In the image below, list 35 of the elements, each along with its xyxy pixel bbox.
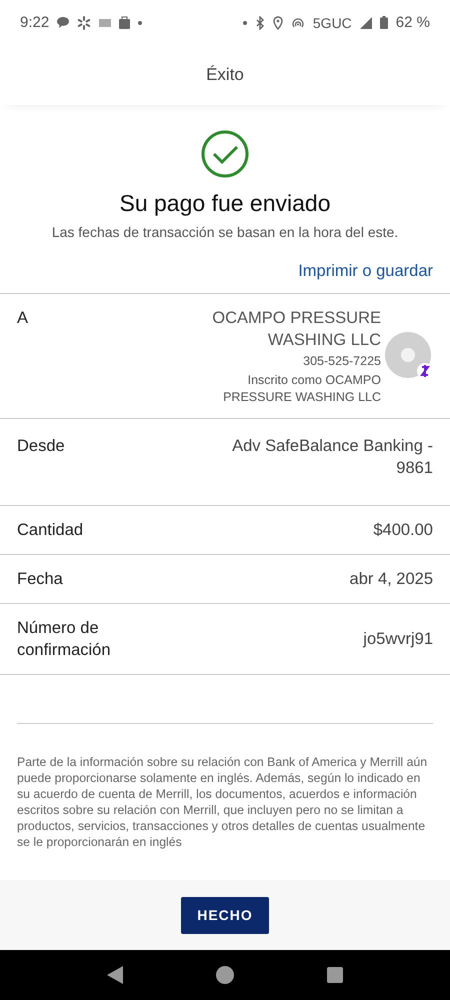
detail-value: $400.00 <box>373 520 433 541</box>
detail-value: abr 4, 2025 <box>350 569 433 590</box>
detail-value: jo5wvrj91 <box>363 629 433 650</box>
bag-icon <box>119 16 130 29</box>
confirmation-subtitle: Las fechas de transacción se basan en la hora del este. <box>52 224 398 240</box>
detail-label: Cantidad <box>17 520 84 541</box>
back-icon[interactable] <box>106 966 123 984</box>
home-icon[interactable] <box>216 966 234 984</box>
dot-icon <box>138 20 142 24</box>
bluetooth-icon <box>254 16 265 30</box>
dot-icon <box>242 20 247 24</box>
detail-label: Desde <box>17 436 65 457</box>
location-icon <box>272 16 283 30</box>
recipient-name: OCAMPO PRESSURE WASHING LLC <box>211 308 381 351</box>
battery-icon <box>380 16 388 29</box>
disclaimer-text: Parte de la información sobre su relación con Bank of America y Merrill aún puede proporcionarse solamente en inglés. Además, según lo indicado en su acuerdo de cuenta de Merrill, los documentos, acuerdos e información escritos sobre su relación con Merrill, que incluyen pero no se limitan a productos, servicios, transacciones y otros detalles de cuentas usualmente se le proporcionarán en inglés <box>17 754 428 851</box>
detail-label: Número de confirmación <box>17 618 112 661</box>
recents-icon[interactable] <box>327 967 344 983</box>
battery-percent: 62 % <box>396 14 430 31</box>
print-save-link[interactable]: Imprimir o guardar <box>298 262 433 281</box>
recipient-phone: 305-525-7225 <box>303 353 381 370</box>
enrollment-note: Inscrito como OCAMPO PRESSURE WASHING LLC <box>222 372 381 406</box>
signal-icon <box>360 16 372 28</box>
screen-title: Éxito <box>206 65 244 85</box>
detail-label: A <box>17 308 28 329</box>
network-label: 5GUC <box>312 14 352 30</box>
confirmation-title: Su pago fue enviado <box>119 189 330 218</box>
status-time: 9:22 <box>20 14 50 31</box>
detail-label: Fecha <box>17 569 63 590</box>
spark-icon <box>77 16 92 30</box>
success-check-icon <box>201 130 249 178</box>
hotspot-icon <box>290 16 305 28</box>
detail-value: Adv SafeBalance Banking - 9861 <box>231 436 433 479</box>
chat-icon <box>57 17 70 28</box>
done-button[interactable]: HECHO <box>181 896 269 934</box>
